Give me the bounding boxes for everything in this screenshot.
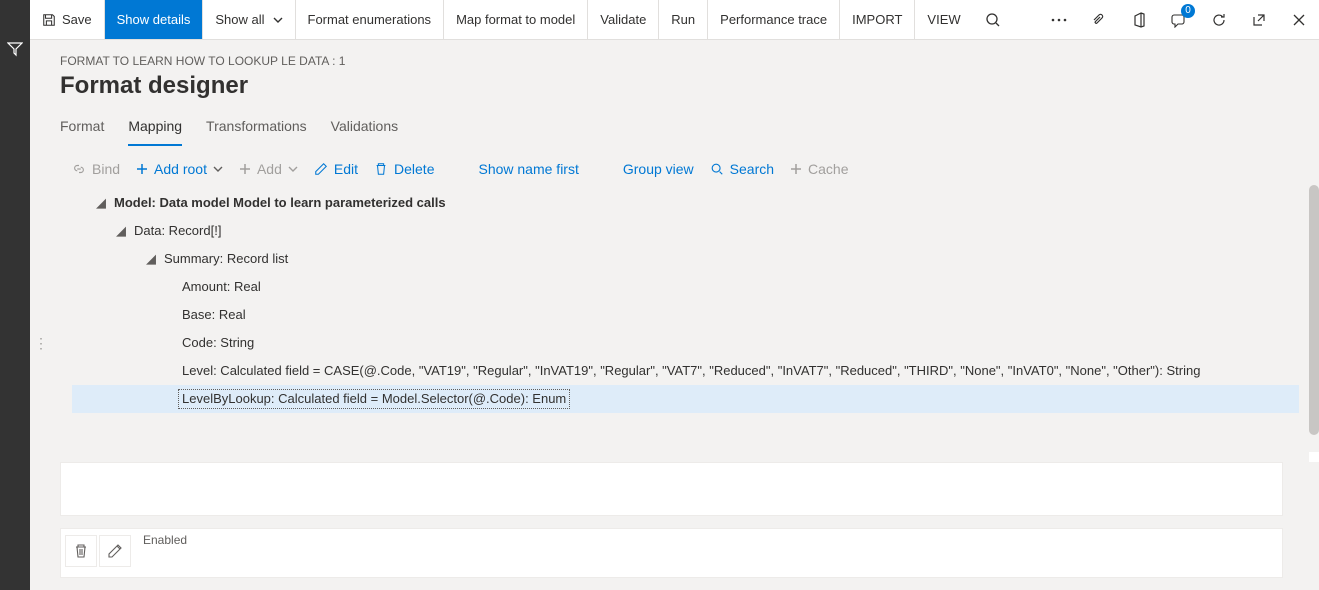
search-button[interactable]: Search bbox=[710, 161, 774, 177]
chevron-down-icon bbox=[288, 164, 298, 174]
import-button[interactable]: IMPORT bbox=[840, 0, 915, 39]
tree-node-base[interactable]: Base: Real bbox=[72, 301, 1299, 329]
link-icon bbox=[72, 162, 86, 176]
performance-trace-button[interactable]: Performance trace bbox=[708, 0, 840, 39]
add-root-button[interactable]: Add root bbox=[136, 161, 223, 177]
refresh-icon[interactable] bbox=[1199, 0, 1239, 40]
tab-mapping[interactable]: Mapping bbox=[128, 112, 182, 146]
breadcrumb: FORMAT TO LEARN HOW TO LOOKUP LE DATA : … bbox=[60, 54, 1319, 68]
drag-handle-icon[interactable]: ⋮ bbox=[34, 335, 50, 352]
view-button[interactable]: VIEW bbox=[915, 0, 972, 39]
run-button[interactable]: Run bbox=[659, 0, 708, 39]
filter-icon[interactable] bbox=[0, 34, 30, 64]
collapse-icon[interactable]: ◢ bbox=[112, 222, 130, 240]
messages-icon[interactable]: 0 bbox=[1159, 0, 1199, 40]
edit-button[interactable]: Edit bbox=[314, 161, 358, 177]
tree-node-model[interactable]: ◢ Model: Data model Model to learn param… bbox=[72, 189, 1299, 217]
details-panel-1 bbox=[60, 462, 1283, 516]
chevron-down-icon bbox=[273, 15, 283, 25]
tab-validations[interactable]: Validations bbox=[331, 112, 398, 146]
more-icon[interactable] bbox=[1039, 0, 1079, 40]
collapse-icon[interactable]: ◢ bbox=[92, 194, 110, 212]
save-button[interactable]: Save bbox=[30, 0, 105, 39]
close-icon[interactable] bbox=[1279, 0, 1319, 40]
tree-node-level[interactable]: Level: Calculated field = CASE(@.Code, "… bbox=[72, 357, 1299, 385]
left-navigation-rail bbox=[0, 0, 30, 590]
show-all-button[interactable]: Show all bbox=[203, 0, 295, 39]
tree-node-code[interactable]: Code: String bbox=[72, 329, 1299, 357]
mapping-toolbar: Bind Add root Add Edit bbox=[60, 149, 1319, 185]
delete-row-button[interactable] bbox=[65, 535, 97, 567]
plus-icon bbox=[790, 163, 802, 175]
validate-button[interactable]: Validate bbox=[588, 0, 659, 39]
messages-badge: 0 bbox=[1181, 4, 1195, 18]
format-enumerations-button[interactable]: Format enumerations bbox=[296, 0, 445, 39]
chevron-down-icon bbox=[213, 164, 223, 174]
scroll-corner bbox=[1309, 452, 1319, 462]
tree-node-summary[interactable]: ◢ Summary: Record list bbox=[72, 245, 1299, 273]
office-icon[interactable] bbox=[1119, 0, 1159, 40]
tree-node-amount[interactable]: Amount: Real bbox=[72, 273, 1299, 301]
tab-format[interactable]: Format bbox=[60, 112, 104, 146]
show-name-first-button[interactable]: Show name first bbox=[478, 161, 578, 177]
bind-button[interactable]: Bind bbox=[72, 161, 120, 177]
map-format-to-model-button[interactable]: Map format to model bbox=[444, 0, 588, 39]
plus-icon bbox=[136, 163, 148, 175]
trash-icon bbox=[73, 543, 89, 559]
show-details-button[interactable]: Show details bbox=[105, 0, 204, 39]
save-icon bbox=[42, 13, 56, 27]
details-panel-2: Enabled bbox=[60, 528, 1283, 578]
plus-icon bbox=[239, 163, 251, 175]
search-icon bbox=[710, 162, 724, 176]
vertical-scrollbar[interactable] bbox=[1309, 185, 1319, 435]
add-button[interactable]: Add bbox=[239, 161, 298, 177]
enabled-label: Enabled bbox=[143, 533, 1274, 547]
command-bar: Save Show details Show all Format enumer… bbox=[30, 0, 1319, 40]
attach-icon[interactable] bbox=[1079, 0, 1119, 40]
trash-icon bbox=[374, 162, 388, 176]
collapse-icon[interactable]: ◢ bbox=[142, 250, 160, 268]
mapping-tree: ◢ Model: Data model Model to learn param… bbox=[60, 185, 1319, 423]
global-search-icon[interactable] bbox=[973, 0, 1013, 40]
group-view-button[interactable]: Group view bbox=[623, 161, 694, 177]
tabs: Format Mapping Transformations Validatio… bbox=[60, 112, 1319, 147]
edit-row-button[interactable] bbox=[99, 535, 131, 567]
tab-transformations[interactable]: Transformations bbox=[206, 112, 307, 146]
cache-button[interactable]: Cache bbox=[790, 161, 848, 177]
pencil-icon bbox=[314, 162, 328, 176]
tree-node-data[interactable]: ◢ Data: Record[!] bbox=[72, 217, 1299, 245]
delete-button[interactable]: Delete bbox=[374, 161, 434, 177]
page-title: Format designer bbox=[60, 72, 1319, 100]
tree-node-level-by-lookup[interactable]: LevelByLookup: Calculated field = Model.… bbox=[72, 385, 1299, 413]
pencil-icon bbox=[107, 543, 123, 559]
popout-icon[interactable] bbox=[1239, 0, 1279, 40]
